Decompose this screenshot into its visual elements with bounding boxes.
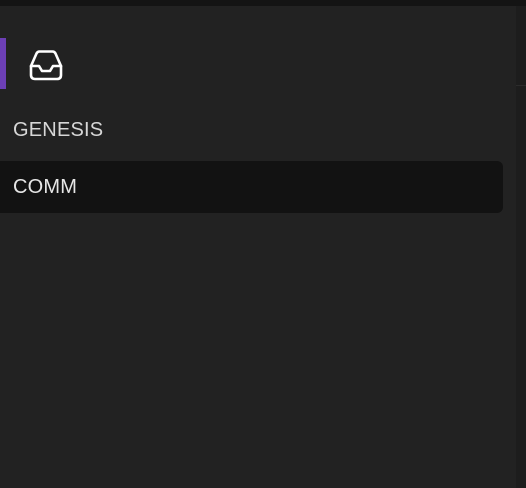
sidebar-item-label: GENESIS — [13, 118, 104, 141]
sidebar — [0, 6, 516, 488]
sidebar-item-genesis[interactable]: GENESIS — [0, 104, 503, 156]
sidebar-item-label: COMM — [13, 175, 78, 198]
sidebar-item-comm[interactable]: COMM — [0, 161, 503, 213]
inbox-icon[interactable] — [26, 45, 66, 85]
content-edge — [516, 6, 526, 488]
active-indicator — [0, 38, 6, 89]
content-edge-divider — [516, 85, 526, 86]
